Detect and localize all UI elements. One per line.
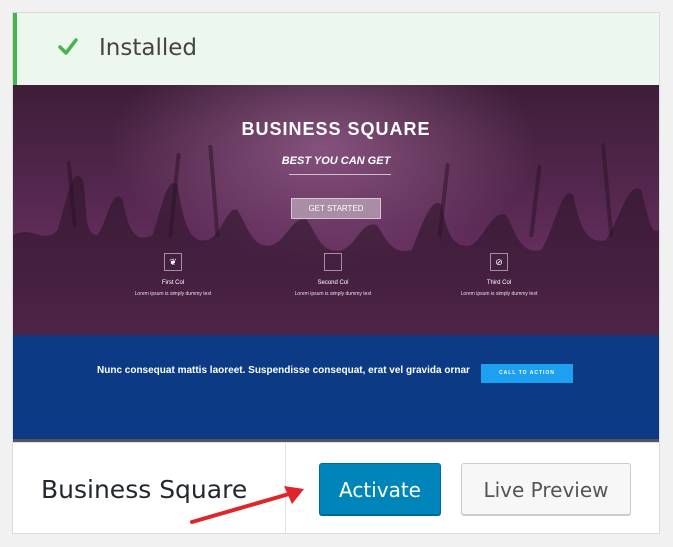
leaf-icon: ❦ xyxy=(164,253,182,271)
no-entry-icon: ⊘ xyxy=(490,253,508,271)
feature-col-title: First Col xyxy=(161,280,185,286)
feature-col-text: Lorem ipsum is simply dummy text xyxy=(460,291,538,297)
activate-button[interactable]: Activate xyxy=(319,463,441,515)
feature-col-2: Second Col Lorem ipsum is simply dummy t… xyxy=(263,253,403,297)
feature-col-title: Third Col xyxy=(486,280,512,286)
check-icon xyxy=(58,38,78,55)
installed-label: Installed xyxy=(99,35,197,61)
hero-tagline: BEST YOU CAN GET xyxy=(281,155,391,167)
screenshot-hero: BUSINESS SQUARE BEST YOU CAN GET GET STA… xyxy=(13,85,659,335)
tagline-underline xyxy=(289,174,391,175)
apple-icon xyxy=(324,253,342,271)
theme-footer: Business Square Activate Live Preview xyxy=(13,442,659,533)
feature-col-text: Lorem ipsum is simply dummy text xyxy=(294,291,372,297)
cta-text: Nunc consequat mattis laoreet. Suspendis… xyxy=(97,365,470,376)
screenshot-cta-section: Nunc consequat mattis laoreet. Suspendis… xyxy=(13,335,659,439)
feature-col-3: ⊘ Third Col Lorem ipsum is simply dummy … xyxy=(429,253,569,297)
theme-screenshot[interactable]: BUSINESS SQUARE BEST YOU CAN GET GET STA… xyxy=(13,85,659,442)
feature-col-title: Second Col xyxy=(317,280,349,286)
theme-card: Installed BUSINESS SQUARE BEST YOU CAN G… xyxy=(12,12,660,534)
red-arrow-annotation xyxy=(190,486,304,524)
hero-get-started-button: GET STARTED xyxy=(291,198,381,219)
cta-button: CALL TO ACTION xyxy=(481,364,573,383)
feature-col-1: ❦ First Col Lorem ipsum is simply dummy … xyxy=(103,253,243,297)
live-preview-button[interactable]: Live Preview xyxy=(461,463,631,515)
installed-notice: Installed xyxy=(13,13,659,85)
hero-title: BUSINESS SQUARE xyxy=(241,119,431,139)
feature-col-text: Lorem ipsum is simply dummy text xyxy=(134,291,212,297)
